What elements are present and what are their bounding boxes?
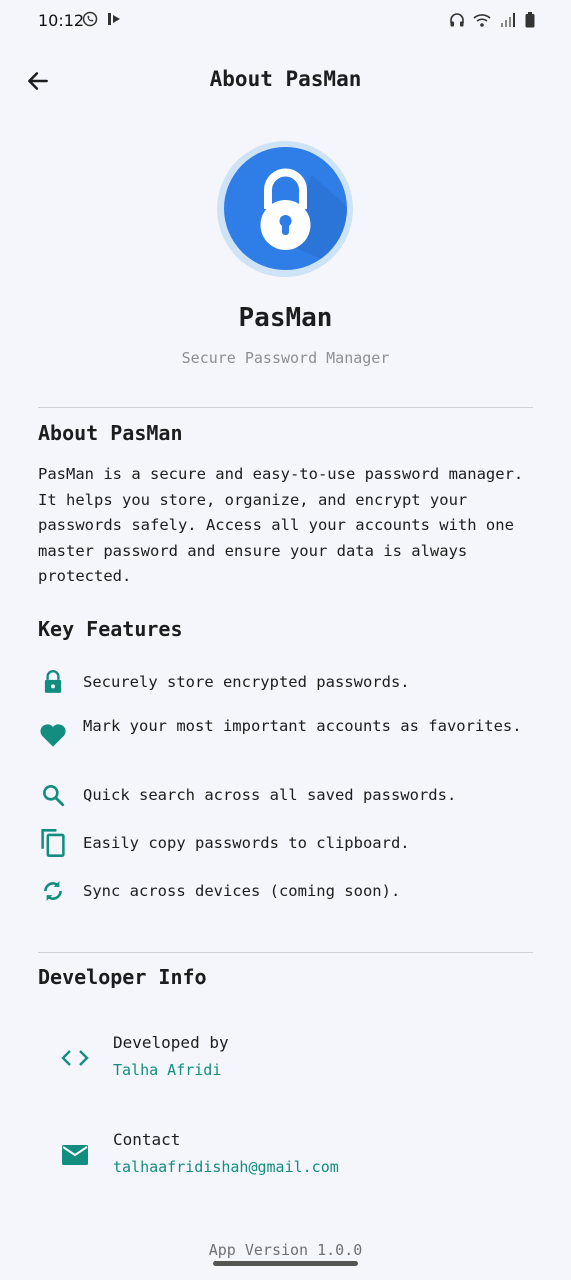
home-indicator[interactable] xyxy=(213,1261,358,1266)
feature-text: Mark your most important accounts as fav… xyxy=(83,717,522,735)
headphones-icon xyxy=(449,12,465,32)
divider xyxy=(38,407,533,408)
media-icon xyxy=(106,11,122,31)
developed-by-label: Developed by xyxy=(113,1033,229,1052)
features-heading: Key Features xyxy=(38,617,183,641)
feature-text: Easily copy passwords to clipboard. xyxy=(83,834,410,852)
feature-text: Quick search across all saved passwords. xyxy=(83,786,457,804)
whatsapp-icon xyxy=(82,11,98,31)
wifi-icon xyxy=(473,12,491,32)
page-title: About PasMan xyxy=(209,67,362,91)
status-time: 10:12 xyxy=(38,11,85,30)
app-bar: About PasMan xyxy=(0,52,571,110)
contact-row: Contact talhaafridishah@gmail.com xyxy=(58,1128,528,1182)
feature-item: Easily copy passwords to clipboard. xyxy=(38,828,538,858)
feature-item: Sync across devices (coming soon). xyxy=(38,876,538,906)
about-description: PasMan is a secure and easy-to-use passw… xyxy=(38,465,524,585)
contact-email-link[interactable]: talhaafridishah@gmail.com xyxy=(113,1152,339,1182)
lock-icon xyxy=(38,667,68,697)
email-icon xyxy=(58,1138,92,1172)
developer-row: Developed by Talha Afridi xyxy=(58,1031,528,1085)
app-version: App Version 1.0.0 xyxy=(208,1241,363,1259)
feature-text: Sync across devices (coming soon). xyxy=(83,882,401,900)
contact-label: Contact xyxy=(113,1130,181,1149)
status-bar: 10:12 xyxy=(0,0,571,42)
battery-icon xyxy=(525,12,535,32)
about-heading: About PasMan xyxy=(38,421,183,445)
feature-item: Securely store encrypted passwords. xyxy=(38,667,538,697)
search-icon xyxy=(38,780,68,810)
developer-heading: Developer Info xyxy=(38,965,207,989)
heart-icon xyxy=(38,720,68,750)
feature-item: Quick search across all saved passwords. xyxy=(38,780,538,810)
feature-item: Mark your most important accounts as fav… xyxy=(38,711,538,750)
code-icon xyxy=(58,1041,92,1075)
signal-icon xyxy=(499,12,517,32)
copy-icon xyxy=(38,828,68,858)
sync-icon xyxy=(38,876,68,906)
developer-name[interactable]: Talha Afridi xyxy=(113,1055,229,1085)
feature-text: Securely store encrypted passwords. xyxy=(83,673,410,691)
app-tagline: Secure Password Manager xyxy=(181,349,390,367)
padlock-icon xyxy=(260,168,347,270)
app-logo xyxy=(217,141,353,277)
app-name: PasMan xyxy=(238,303,333,333)
divider xyxy=(38,952,533,953)
